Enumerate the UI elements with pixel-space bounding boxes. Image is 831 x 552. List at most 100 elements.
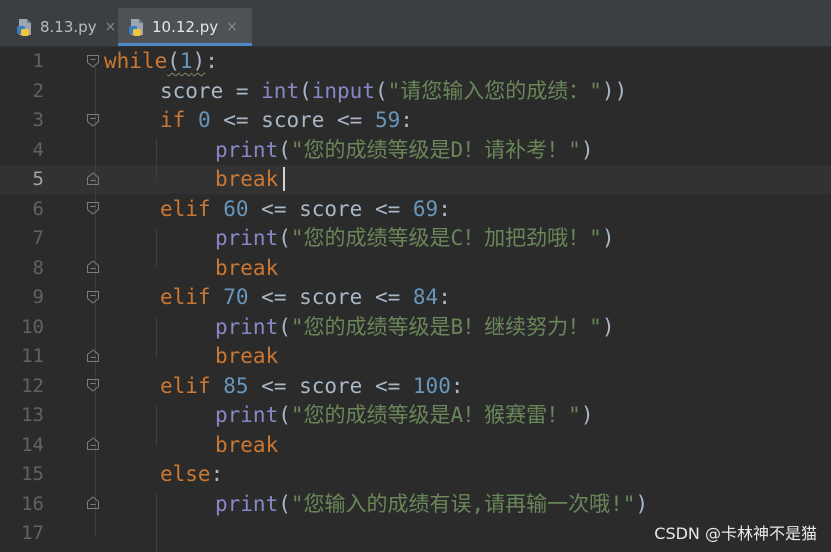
indent-guide: [156, 405, 157, 445]
code-line-7[interactable]: print("您的成绩等级是C！加把劲哦！"): [215, 224, 614, 253]
code-line-5[interactable]: break: [215, 165, 278, 194]
string-literal: "您的成绩等级是C！加把劲哦！": [290, 226, 602, 250]
fold-end-icon[interactable]: [86, 260, 100, 274]
line-number: 13: [21, 404, 44, 426]
indent-guide: [156, 139, 157, 179]
string-literal: "您的成绩等级是A！猴赛雷！": [290, 403, 581, 427]
line-number: 16: [21, 492, 44, 515]
number-literal: 59: [374, 108, 401, 132]
builtin: print: [215, 226, 279, 250]
tab-close-icon[interactable]: ×: [105, 19, 117, 35]
number-literal: 60: [223, 196, 249, 221]
fold-open-icon[interactable]: [86, 378, 100, 392]
csdn-watermark: CSDN @卡林神不是猫: [654, 524, 817, 543]
colon: :: [450, 373, 464, 398]
code-line-15[interactable]: else:: [160, 460, 223, 489]
paren: ): [192, 49, 206, 73]
line-number: 14: [21, 433, 44, 456]
line-number: 9: [32, 286, 44, 308]
code-editor[interactable]: 1 2 3 4 5 6 7 8 9 10 11 12 13 14 15 16 1…: [0, 47, 831, 552]
line-number: 11: [21, 345, 44, 367]
code-line-14[interactable]: break: [215, 431, 278, 460]
paren: ): [635, 491, 649, 516]
keyword: elif: [160, 196, 211, 221]
title-strip: [0, 0, 831, 8]
tab-label: 8.13.py: [40, 18, 97, 36]
number-literal: 85: [223, 373, 249, 398]
text-caret: [283, 167, 285, 191]
python-file-icon: [129, 19, 143, 36]
fold-open-icon[interactable]: [86, 290, 100, 304]
number-literal: 69: [412, 196, 439, 221]
line-number: 10: [21, 315, 44, 338]
paren: (: [278, 491, 291, 516]
paren: ): [601, 226, 615, 250]
keyword: break: [215, 167, 279, 191]
code-line-16[interactable]: print("您输入的成绩有误,请再输一次哦!"): [215, 490, 648, 519]
colon: :: [205, 49, 218, 73]
keyword: elif: [160, 285, 211, 309]
code-line-2[interactable]: score = int(input("请您输入您的成绩：")): [160, 77, 627, 106]
string-literal: "您输入的成绩有误,请再输一次哦!": [290, 491, 636, 516]
string-literal: "您的成绩等级是D！请补考！": [290, 137, 581, 162]
code-line-13[interactable]: print("您的成绩等级是A！猴赛雷！"): [215, 401, 593, 430]
fold-open-icon[interactable]: [86, 201, 100, 215]
keyword: break: [215, 255, 279, 280]
code-line-10[interactable]: print("您的成绩等级是B！继续努力！"): [215, 313, 614, 342]
line-number-current: 5: [32, 168, 44, 190]
fold-end-icon[interactable]: [86, 437, 100, 451]
line-number: 15: [21, 463, 44, 485]
expression: <= score <=: [248, 285, 413, 309]
keyword: break: [215, 344, 279, 368]
line-number: 1: [32, 50, 44, 72]
paren: ): [580, 137, 594, 162]
paren: (: [278, 403, 291, 427]
builtin: print: [215, 403, 279, 427]
code-line-1[interactable]: while(1):: [104, 47, 218, 76]
colon: :: [438, 285, 451, 309]
builtin: input: [311, 78, 375, 103]
tab-10-12-py[interactable]: 10.12.py ×: [118, 8, 252, 46]
expression: <= score <=: [248, 373, 413, 398]
current-line-highlight: [0, 165, 831, 194]
fold-end-icon[interactable]: [86, 349, 100, 363]
line-number: 4: [32, 138, 44, 161]
indent-guide: [156, 494, 157, 552]
code-line-3[interactable]: if 0 <= score <= 59:: [160, 106, 413, 135]
keyword: if: [160, 108, 186, 132]
line-number: 8: [32, 256, 44, 279]
code-line-8[interactable]: break: [215, 254, 278, 283]
fold-open-icon[interactable]: [86, 54, 100, 68]
number-literal: 100: [412, 373, 451, 398]
code-line-6[interactable]: elif 60 <= score <= 69:: [160, 195, 451, 224]
colon: :: [210, 462, 224, 486]
tab-close-icon[interactable]: ×: [226, 19, 238, 35]
fold-end-icon[interactable]: [86, 496, 100, 510]
code-line-12[interactable]: elif 85 <= score <= 100:: [160, 372, 464, 401]
paren: (: [299, 78, 312, 103]
keyword: while: [104, 49, 168, 73]
identifier: score =: [160, 78, 262, 103]
number-literal: 1: [179, 49, 193, 73]
editor-tab-bar: 8.13.py × 10.12.py ×: [0, 8, 831, 47]
tab-8-13-py[interactable]: 8.13.py ×: [8, 8, 124, 46]
string-literal: "您的成绩等级是B！继续努力！": [290, 314, 602, 339]
line-number: 17: [21, 522, 44, 544]
keyword: break: [215, 432, 279, 457]
tab-label: 10.12.py: [152, 18, 219, 36]
fold-open-icon[interactable]: [86, 113, 100, 127]
paren: ): [601, 314, 615, 339]
code-line-11[interactable]: break: [215, 342, 278, 371]
keyword: elif: [160, 373, 211, 398]
indent-guide: [156, 228, 157, 268]
line-number: 12: [21, 374, 44, 397]
code-line-9[interactable]: elif 70 <= score <= 84:: [160, 283, 451, 312]
code-line-4[interactable]: print("您的成绩等级是D！请补考！"): [215, 136, 593, 165]
line-number: 3: [32, 109, 44, 131]
keyword: else: [160, 462, 211, 486]
fold-end-icon[interactable]: [86, 172, 100, 186]
builtin: print: [215, 491, 279, 516]
